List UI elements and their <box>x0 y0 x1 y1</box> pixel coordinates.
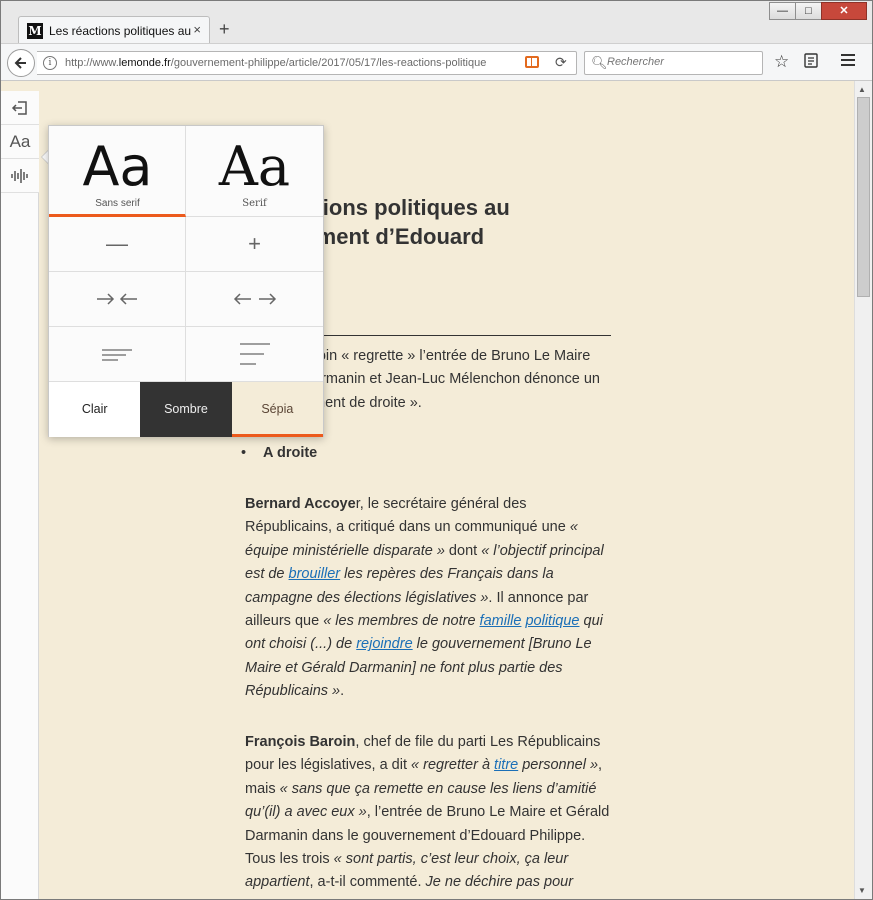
font-size-row: — + <box>49 217 323 272</box>
close-reader-icon[interactable] <box>1 91 39 125</box>
title-bar: M Les réactions politiques au go × + — □… <box>1 1 872 44</box>
link-titre[interactable]: titre <box>494 757 518 773</box>
reading-list-icon[interactable] <box>803 52 819 73</box>
paragraph-accoyer: Bernard Accoyer, le secrétaire général d… <box>245 496 604 700</box>
article-headline: actions politiques au nement d’Edouard e <box>291 195 510 278</box>
section-bullet: A droite <box>241 445 317 461</box>
font-serif-button[interactable]: Aa Serif <box>186 126 323 217</box>
article-lead: roin « regrette » l’entrée de Bruno Le M… <box>313 348 600 411</box>
decrease-line-height-button[interactable] <box>49 327 186 381</box>
window-controls: — □ ✕ <box>769 2 867 20</box>
bookmark-star-icon[interactable]: ☆ <box>774 52 789 72</box>
tab-title: Les réactions politiques au go <box>49 24 191 38</box>
new-tab-button[interactable]: + <box>219 19 230 40</box>
content-width-row <box>49 272 323 327</box>
back-arrow-icon <box>14 57 26 69</box>
decrease-font-size-button[interactable]: — <box>49 217 186 271</box>
browser-window: M Les réactions politiques au go × + — □… <box>0 0 873 900</box>
lemonde-favicon-icon: M <box>27 23 43 39</box>
theme-sepia-button[interactable]: Sépia <box>231 382 323 437</box>
reader-side-toolbar: Aa <box>1 91 39 899</box>
url-text[interactable]: http://www.lemonde.fr/gouvernement-phili… <box>65 57 505 69</box>
link-brouiller[interactable]: brouiller <box>289 566 341 582</box>
font-label: Sans serif <box>95 198 140 209</box>
wider-content-button[interactable] <box>186 272 323 326</box>
back-button[interactable] <box>7 49 35 77</box>
search-icon: 🔍︎ <box>591 55 608 70</box>
vertical-scrollbar[interactable]: ▲ ▼ <box>854 81 872 899</box>
font-sans-serif-button[interactable]: Aa Sans serif <box>49 126 186 217</box>
search-bar[interactable]: 🔍︎ <box>584 51 763 75</box>
scroll-thumb[interactable] <box>857 97 870 297</box>
address-bar[interactable]: i http://www.lemonde.fr/gouvernement-phi… <box>37 51 577 75</box>
reader-view-icon[interactable] <box>525 56 539 68</box>
font-sample: Aa <box>218 135 291 198</box>
link-rejoindre[interactable]: rejoindre <box>356 636 412 652</box>
paragraph-baroin: François Baroin, chef de file du parti L… <box>245 734 610 891</box>
reload-icon[interactable]: ⟳ <box>555 54 567 71</box>
scroll-down-arrow-icon[interactable]: ▼ <box>858 886 866 895</box>
theme-clair-button[interactable]: Clair <box>49 382 141 437</box>
narrower-content-button[interactable] <box>49 272 186 326</box>
link-politique[interactable]: politique <box>525 613 579 629</box>
narrate-icon[interactable] <box>1 159 39 193</box>
type-controls-icon[interactable]: Aa <box>1 125 39 159</box>
link-famille[interactable]: famille <box>480 613 522 629</box>
close-window-button[interactable]: ✕ <box>821 2 867 20</box>
font-row: Aa Sans serif Aa Serif <box>49 126 323 217</box>
scroll-up-arrow-icon[interactable]: ▲ <box>858 85 866 94</box>
tab-close-icon[interactable]: × <box>193 22 201 37</box>
headline-divider <box>291 335 611 336</box>
increase-font-size-button[interactable]: + <box>186 217 323 271</box>
search-input[interactable] <box>607 56 757 68</box>
maximize-button[interactable]: □ <box>795 2 822 20</box>
font-sample: Aa <box>82 135 153 198</box>
site-info-icon[interactable]: i <box>43 56 57 70</box>
theme-row: Clair Sombre Sépia <box>49 382 323 437</box>
reader-type-controls-popup: Aa Sans serif Aa Serif — + Clair Sombre … <box>48 125 324 437</box>
minimize-button[interactable]: — <box>769 2 796 20</box>
line-height-row <box>49 327 323 382</box>
browser-tab[interactable]: M Les réactions politiques au go × <box>18 16 210 44</box>
hamburger-menu-icon[interactable] <box>839 52 857 73</box>
increase-line-height-button[interactable] <box>186 327 323 381</box>
theme-sombre-button[interactable]: Sombre <box>140 382 232 437</box>
font-label: Serif <box>242 198 267 209</box>
nav-toolbar: i http://www.lemonde.fr/gouvernement-phi… <box>1 43 872 81</box>
